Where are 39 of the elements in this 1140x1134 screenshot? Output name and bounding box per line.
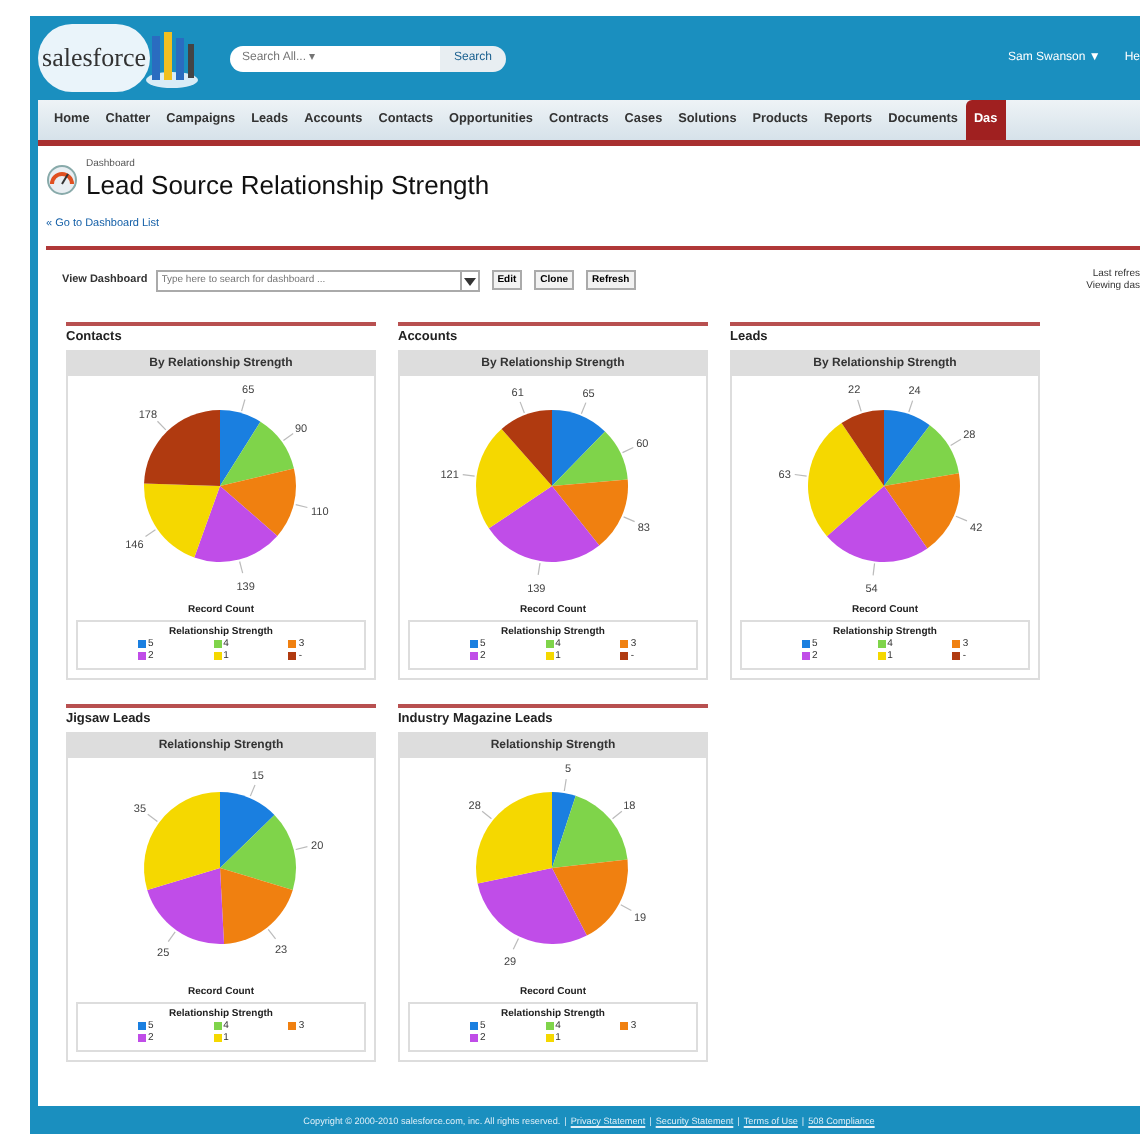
dropdown-icon[interactable]: [459, 269, 480, 291]
leader-line: [512, 937, 520, 950]
leader-line: [147, 813, 158, 823]
leader-line: [267, 928, 277, 940]
leader-line: [955, 515, 968, 522]
page-title: Lead Source Relationship Strength: [86, 170, 490, 200]
pie-slice: [220, 792, 275, 868]
leader-line: [537, 562, 541, 576]
leader-line: [249, 784, 256, 797]
leader-line: [167, 931, 176, 943]
leader-line: [241, 398, 246, 412]
leader-line: [156, 420, 167, 431]
logo-cloud[interactable]: salesforce: [38, 24, 150, 92]
logo-text: salesforce: [42, 42, 146, 74]
leader-line: [295, 504, 308, 509]
leader-line: [623, 516, 636, 523]
leader-line: [621, 446, 634, 454]
leader-line: [144, 529, 157, 538]
pie-slice: [144, 792, 220, 890]
leader-line: [563, 778, 567, 792]
leader-line: [872, 562, 876, 576]
leader-line: [620, 904, 632, 912]
leader-line: [239, 560, 244, 574]
leader-line: [481, 810, 493, 820]
leader-line: [462, 473, 476, 477]
leader-line: [794, 473, 808, 477]
pie-slice: [220, 815, 296, 890]
leader-line: [295, 846, 309, 851]
leader-line: [611, 810, 623, 820]
figures-icon: [142, 26, 202, 90]
leader-line: [857, 399, 862, 412]
leader-line: [950, 438, 962, 447]
leader-line: [580, 402, 587, 415]
dashboard-gauge-icon: [46, 163, 78, 195]
pie-slice: [220, 868, 293, 944]
leader-line: [908, 400, 914, 413]
leader-line: [519, 401, 525, 414]
leader-line: [282, 433, 294, 442]
pie-slice: [147, 868, 225, 944]
